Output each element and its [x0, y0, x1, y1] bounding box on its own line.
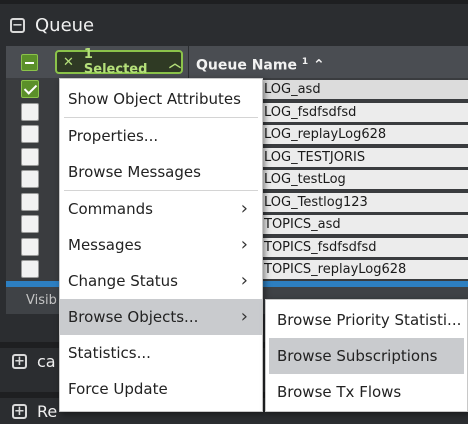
select-all-checkbox[interactable]: [21, 53, 38, 71]
row-checkbox[interactable]: [21, 260, 39, 279]
browse-objects-submenu: Browse Priority Statisti... Browse Subsc…: [265, 299, 468, 412]
menu-item-label: Browse Priority Statisti...: [277, 311, 462, 329]
selection-count-label: 1 Selected: [83, 47, 148, 77]
queue-panel-header[interactable]: − Queue: [0, 0, 468, 46]
queue-name-cell: TOPICS_fsdfsdfsd: [262, 237, 468, 257]
menu-item-force-update[interactable]: Force Update: [60, 371, 262, 407]
menu-item-browse-messages[interactable]: Browse Messages: [60, 154, 262, 190]
collapsed-panel-title: Re: [37, 401, 58, 421]
chevron-right-icon: ›: [240, 198, 248, 219]
chevron-up-icon[interactable]: ︿: [169, 54, 181, 71]
panel-title: Queue: [35, 14, 95, 36]
plus-square-icon[interactable]: +: [12, 353, 27, 369]
menu-item-label: Browse Subscriptions: [277, 347, 438, 365]
menu-item-label: Browse Objects...: [68, 308, 199, 326]
chevron-right-icon: ›: [240, 270, 248, 291]
row-checkbox[interactable]: [21, 125, 39, 144]
menu-item-label: Browse Tx Flows: [277, 383, 402, 401]
queue-name-cell: LOG_Testlog123: [262, 192, 468, 212]
sort-asc-icon: ⌃: [312, 57, 325, 74]
menu-item-properties[interactable]: Properties...: [60, 118, 262, 154]
menu-item-label: Properties...: [68, 127, 159, 145]
queue-name-cell: LOG_replayLog628: [262, 125, 468, 144]
menu-item-show-object-attributes[interactable]: Show Object Attributes: [60, 81, 262, 117]
queue-name-cell: LOG_TESTJORIS: [262, 147, 468, 167]
row-checkbox[interactable]: [21, 80, 39, 99]
chevron-right-icon: ›: [240, 306, 248, 327]
submenu-item-browse-priority-statistics[interactable]: Browse Priority Statisti...: [269, 302, 464, 338]
submenu-item-browse-tx-flows[interactable]: Browse Tx Flows: [269, 374, 464, 410]
row-checkbox[interactable]: [21, 237, 39, 256]
plus-square-icon[interactable]: +: [12, 403, 27, 419]
queue-name-cell: TOPICS_replayLog628: [262, 260, 468, 279]
context-menu: Show Object Attributes Properties... Bro…: [59, 78, 263, 412]
collapsed-panel-title: ca: [37, 351, 56, 371]
minus-square-icon[interactable]: −: [10, 17, 25, 33]
menu-item-change-status[interactable]: Change Status ›: [60, 263, 262, 299]
menu-item-messages[interactable]: Messages ›: [60, 227, 262, 263]
row-checkbox[interactable]: [21, 170, 39, 189]
selection-chip[interactable]: ✕ 1 Selected ︿: [55, 47, 183, 77]
menu-item-label: Change Status: [68, 272, 178, 290]
menu-item-label: Statistics...: [68, 344, 151, 362]
menu-item-browse-objects[interactable]: Browse Objects... ›: [60, 299, 262, 335]
menu-item-commands[interactable]: Commands ›: [60, 191, 262, 227]
menu-item-label: Browse Messages: [68, 163, 201, 181]
footer-text: Visib: [26, 293, 57, 308]
menu-item-label: Show Object Attributes: [68, 90, 241, 108]
menu-item-statistics[interactable]: Statistics...: [60, 335, 262, 371]
row-checkbox[interactable]: [21, 102, 39, 121]
row-checkbox[interactable]: [21, 147, 39, 166]
menu-item-label: Force Update: [68, 380, 168, 398]
submenu-item-browse-subscriptions[interactable]: Browse Subscriptions: [269, 338, 464, 374]
queue-name-cell: LOG_asd: [262, 80, 468, 99]
row-checkbox[interactable]: [21, 192, 39, 211]
menu-item-label: Messages: [68, 236, 142, 254]
column-header-label: Queue Name: [196, 57, 297, 74]
chevron-right-icon: ›: [240, 234, 248, 255]
queue-name-cell: LOG_testLog: [262, 170, 468, 189]
row-checkbox[interactable]: [21, 215, 39, 234]
close-icon[interactable]: ✕: [63, 55, 74, 70]
sort-index: 1: [301, 57, 309, 67]
queue-name-cell: TOPICS_asd: [262, 215, 468, 234]
menu-item-label: Commands: [68, 200, 153, 218]
column-header-queue-name[interactable]: Queue Name 1 ⌃: [188, 46, 468, 78]
queue-name-cell: LOG_fsdfsdfsd: [262, 102, 468, 122]
